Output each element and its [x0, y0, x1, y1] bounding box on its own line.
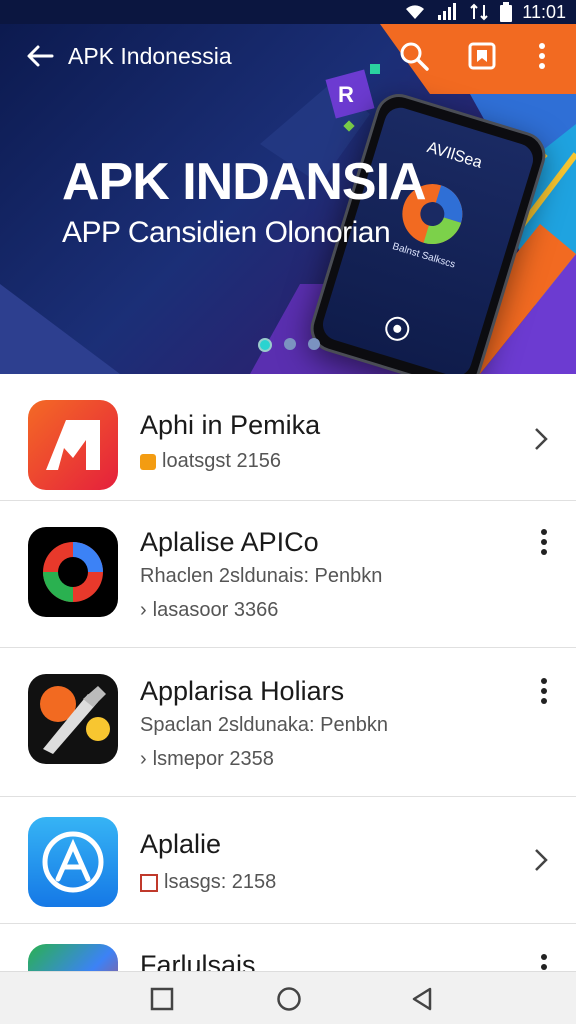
list-item[interactable]: Farlulsais [0, 924, 576, 972]
featured-banner[interactable]: R AVIlSea Balnst Salkscs APK Indonessia … [0, 24, 576, 374]
app-meta-text: lsasgs: 2158 [164, 871, 277, 893]
chevron-small-icon: › [140, 599, 147, 621]
wifi-icon [406, 5, 425, 20]
bookmark-icon[interactable] [466, 40, 498, 72]
app-name: Aphi in Pemika [140, 410, 321, 440]
search-icon[interactable] [398, 40, 430, 72]
app-meta: › lsmepor 2358 [140, 748, 274, 771]
app-icon [28, 527, 118, 617]
badge-icon [140, 873, 158, 892]
app-list: Aphi in Pemika loatsgst 2156 Aplalise AP… [0, 374, 576, 972]
app-name: Aplalise APICo [140, 527, 319, 557]
carousel-dot-1[interactable] [258, 338, 272, 352]
app-icon [28, 817, 118, 907]
list-item[interactable]: Applarisa Holiars Spaclan 2sldunaka: Pen… [0, 648, 576, 797]
app-developer: Rhaclen 2sldunais: Penbkn [140, 565, 383, 587]
more-vert-icon[interactable] [526, 40, 558, 72]
data-icon [470, 3, 488, 21]
app-meta: lsasgs: 2158 [140, 871, 276, 894]
banner-title: APK INDANSIA [62, 153, 427, 211]
signal-icon [438, 3, 457, 20]
carousel-indicators[interactable] [258, 338, 320, 352]
carousel-dot-2[interactable] [284, 338, 296, 350]
list-item[interactable]: Aplalise APICo Rhaclen 2sldunais: Penbkn… [0, 501, 576, 648]
chevron-small-icon: › [140, 748, 147, 770]
back-button[interactable] [408, 985, 436, 1013]
home-button[interactable] [275, 985, 303, 1013]
badge-icon [140, 453, 156, 470]
list-item[interactable]: Aphi in Pemika loatsgst 2156 [0, 374, 576, 501]
app-meta-text: loatsgst 2156 [162, 450, 281, 472]
app-name: Farlulsais [140, 950, 256, 972]
status-time: 11:01 [522, 1, 566, 22]
more-vert-icon[interactable] [540, 529, 548, 555]
app-icon [28, 944, 118, 972]
recents-button[interactable] [148, 985, 176, 1013]
app-meta-text: lsmepor 2358 [152, 748, 274, 770]
banner-subtitle: APP Cansidien Olonorian [62, 216, 391, 249]
back-arrow-icon[interactable] [24, 42, 56, 70]
app-name: Aplalie [140, 829, 222, 859]
app-meta: › lasasoor 3366 [140, 599, 278, 622]
phone-home-icon [385, 316, 410, 341]
more-vert-icon[interactable] [540, 954, 548, 972]
carousel-dot-3[interactable] [308, 338, 320, 350]
more-vert-icon[interactable] [540, 678, 548, 704]
app-name: Applarisa Holiars [140, 676, 345, 706]
system-nav-bar [0, 971, 576, 1024]
chevron-right-icon[interactable] [532, 847, 550, 873]
app-icon [28, 400, 118, 490]
battery-icon [500, 2, 513, 22]
page-title: APK Indonessia [68, 43, 232, 69]
app-icon [28, 674, 118, 764]
list-item[interactable]: Aplalie lsasgs: 2158 [0, 797, 576, 924]
status-bar: 11:01 [0, 0, 576, 24]
chevron-right-icon[interactable] [532, 426, 550, 452]
app-meta: loatsgst 2156 [140, 450, 281, 473]
app-bar: APK Indonessia [0, 24, 576, 88]
app-developer: Spaclan 2sldunaka: Penbkn [140, 714, 388, 736]
app-meta-text: lasasoor 3366 [152, 599, 279, 621]
